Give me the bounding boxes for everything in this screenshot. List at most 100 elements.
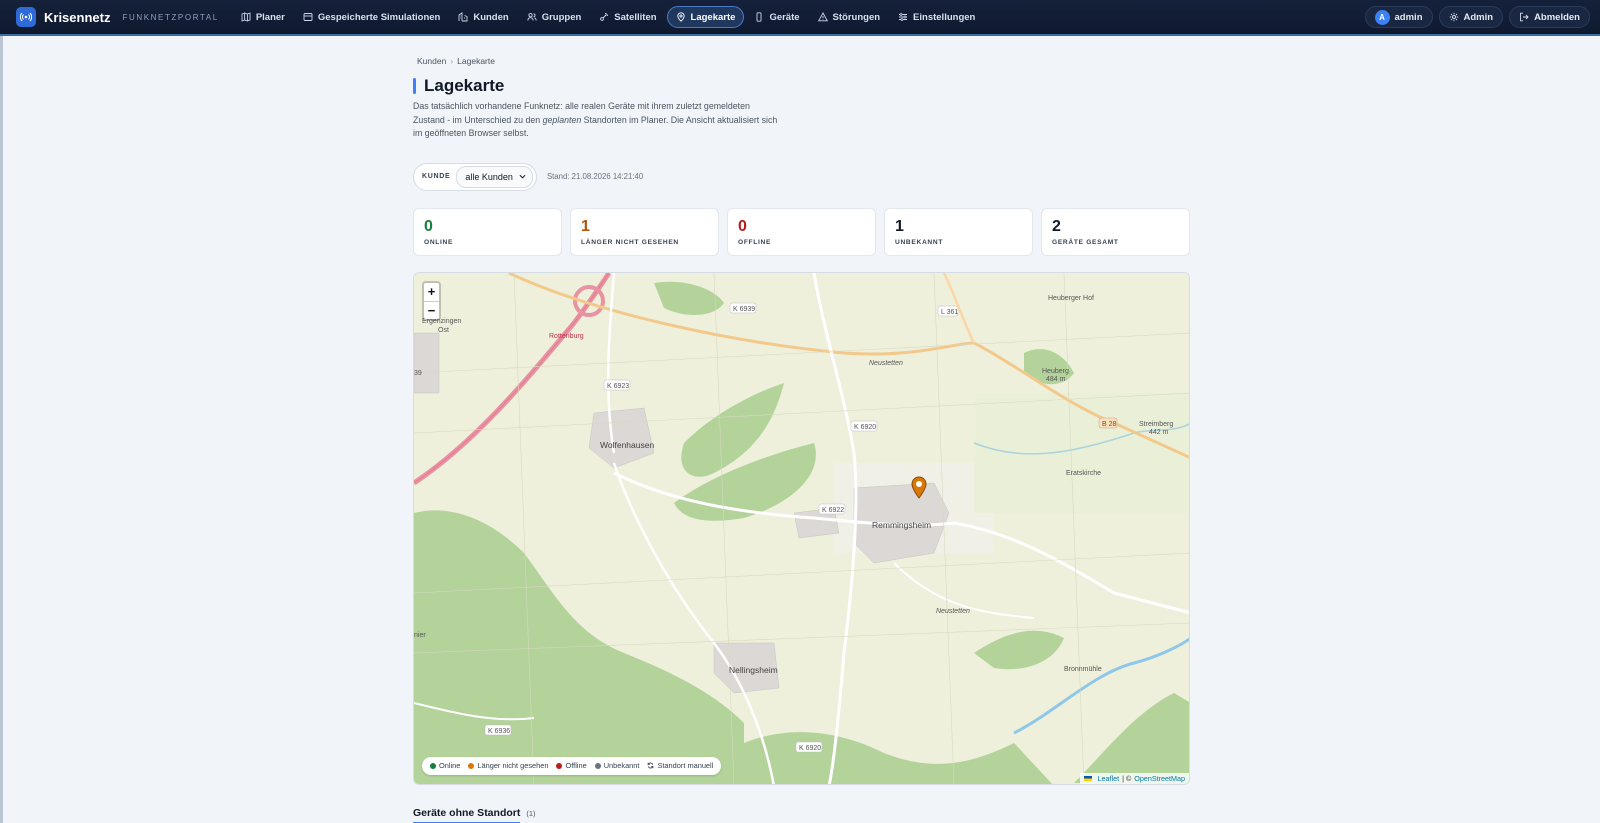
nav-stoerungen[interactable]: Störungen [810,6,889,28]
map-tiles[interactable]: K 6939 L 361 Heuberger Hof Ergenzingen O… [414,272,1190,785]
leaflet-link[interactable]: Leaflet [1097,774,1119,783]
map-label-edge: 39 [414,370,422,377]
map-label-heuberg-height: 484 m [1046,376,1066,383]
page-title: Lagekarte [424,76,505,95]
warning-icon [817,12,828,22]
breadcrumb-current: Lagekarte [457,56,495,66]
section-count: (1) [526,808,536,818]
brand-name: Krisennetz [44,9,111,25]
nav-lagekarte[interactable]: Lagekarte [666,6,745,28]
page-description: Das tatsächlich vorhandene Funknetz: all… [413,100,783,141]
stat-value: 1 [581,217,590,235]
device-marker-pin-icon[interactable] [911,476,927,499]
users-icon [527,13,537,21]
nav-einstellungen[interactable]: Einstellungen [890,6,983,28]
antenna-icon [16,7,36,27]
stat-label: UNBEKANNT [895,238,944,246]
map-label-nellingsheim: Nellingsheim [729,665,778,675]
user-menu[interactable]: A admin [1364,6,1433,28]
brand-subtitle: FUNKNETZPORTAL [122,12,219,22]
status-dot-icon [594,762,601,769]
zoom-out-button[interactable]: − [424,300,439,319]
map-label-streimberg-height: 442 m [1149,429,1169,436]
map-label-eratskirche: Eratskirche [1066,470,1101,477]
logout-button[interactable]: Abmelden [1509,6,1590,28]
situation-map[interactable]: K 6939 L 361 Heuberger Hof Ergenzingen O… [413,271,1190,785]
zoom-in-button[interactable]: + [424,283,439,301]
zoom-control: + − [422,280,441,321]
stat-label: GERÄTE GESAMT [1052,238,1119,246]
customer-select[interactable]: alle Kunden [456,165,533,188]
map-label-k6939: K 6939 [733,306,755,313]
nav-label: Satelliten [614,11,657,23]
nav-gruppen[interactable]: Gruppen [519,6,590,28]
stat-value: 2 [1052,217,1061,235]
status-dot-icon [468,762,475,769]
nav-gespeicherte-simulationen[interactable]: Gespeicherte Simulationen [295,6,448,28]
map-label-k6936: K 6936 [488,728,510,735]
legend-offline: Offline [556,761,587,770]
stat-geraete-gesamt[interactable]: 2 GERÄTE GESAMT [1041,207,1190,256]
map-label-b28: B 28 [1102,421,1117,428]
nav-planer[interactable]: Planer [233,6,293,28]
map-label-streimberg: Streimberg [1139,421,1173,428]
top-navigation: Krisennetz FUNKNETZPORTAL Planer Gespeic… [0,0,1600,36]
map-label-wolfenhausen: Wolfenhausen [600,440,654,450]
nav-label: Lagekarte [690,11,736,23]
map-label-k6920-south: K 6920 [799,745,821,752]
admin-button[interactable]: Admin [1438,6,1504,28]
breadcrumb-parent[interactable]: Kunden [417,56,446,66]
logout-label: Abmelden [1534,11,1580,23]
device-icon [756,12,762,22]
stat-laenger-nicht-gesehen[interactable]: 1 LÄNGER NICHT GESEHEN [570,207,719,256]
last-updated: Stand: 21.08.2026 14:21:40 [546,172,644,181]
map-label-ost: Ost [438,327,449,334]
stat-value: 0 [738,217,747,235]
legend-label: Offline [565,761,587,770]
legend-label: Standort manuell [657,761,714,770]
status-dot-icon [556,762,563,769]
filter-row: KUNDE alle Kunden Stand: 21.08.2026 14:2… [413,162,1191,191]
description-emphasis: geplanten [542,114,582,125]
nav-label: Gruppen [541,11,582,23]
customer-select-value: alle Kunden [465,171,513,182]
avatar: A [1374,9,1390,25]
map-label-rottenburg: Rottenburg [549,333,584,340]
legend-standort-manuell: Standort manuell [647,761,713,770]
legend-unbekannt: Unbekannt [594,761,640,770]
stat-unbekannt[interactable]: 1 UNBEKANNT [884,207,1033,256]
nav-label: Planer [255,11,285,23]
stat-offline[interactable]: 0 OFFLINE [727,207,876,256]
osm-link[interactable]: OpenStreetMap [1134,774,1185,783]
legend-label: Unbekannt [603,761,640,770]
customer-filter: KUNDE alle Kunden [413,162,537,191]
nav-label: Störungen [832,11,881,23]
nav-kunden[interactable]: Kunden [450,6,516,28]
list-icon [303,13,313,21]
main-content: Kunden › Lagekarte Lagekarte Das tatsäch… [413,56,1191,823]
legend-label: Länger nicht gesehen [477,761,549,770]
nav-label: Einstellungen [913,11,976,23]
devices-without-location-header: Geräte ohne Standort (1) [413,807,1191,823]
section-title: Geräte ohne Standort [413,807,521,823]
logout-icon [1520,12,1529,22]
map-label-k6920: K 6920 [854,424,876,431]
map-attribution: Leaflet | © OpenStreetMap [1080,772,1189,784]
map-label-l361: L 361 [941,309,958,316]
chevron-down-icon [519,174,526,179]
brand[interactable]: Krisennetz FUNKNETZPORTAL [16,7,219,27]
legend-laenger-nicht-gesehen: Länger nicht gesehen [468,761,548,770]
map-label-heuberg: Heuberg [1042,368,1069,375]
map-icon [241,12,251,22]
stat-online[interactable]: 0 ONLINE [413,207,562,256]
building-icon [458,12,468,22]
user-area: A admin Admin Abmelden [1364,6,1590,28]
nav-satelliten[interactable]: Satelliten [591,6,664,28]
nav-geraete[interactable]: Geräte [746,6,807,28]
nav-label: Geräte [769,11,800,23]
stat-value: 0 [424,217,433,235]
legend-online: Online [430,761,460,770]
window-edge [0,36,3,823]
gear-icon [1449,12,1458,22]
map-label-remmingsheim: Remmingsheim [872,520,931,530]
